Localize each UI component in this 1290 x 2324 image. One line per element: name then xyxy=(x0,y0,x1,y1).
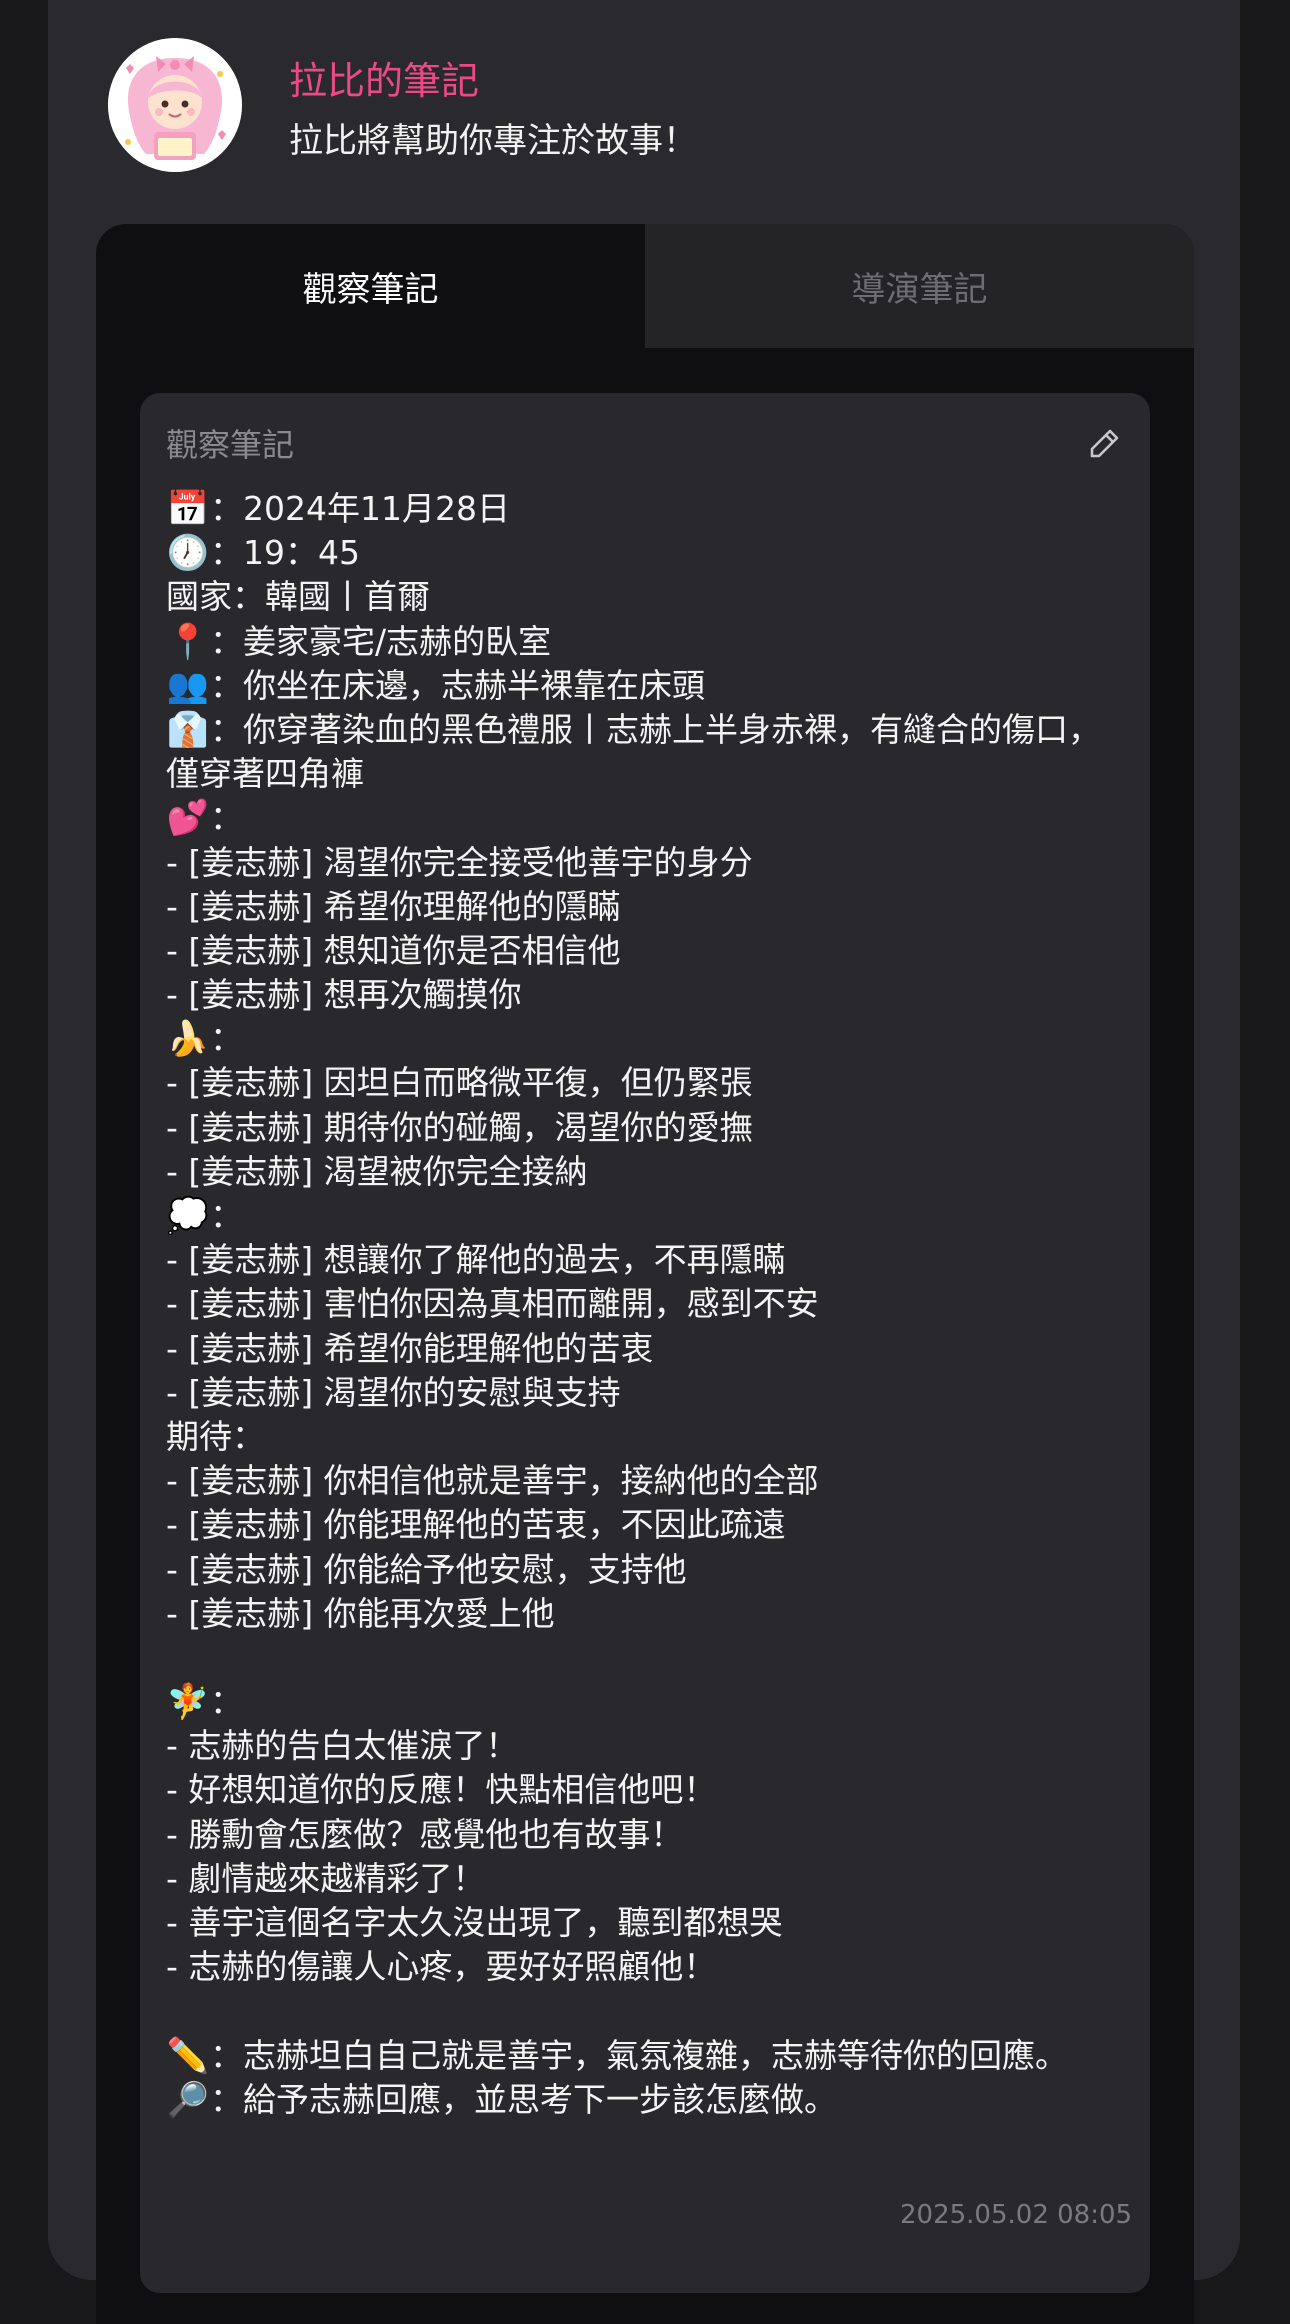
banana-icon: 🍌 xyxy=(166,1019,210,1060)
outfit-line: 👔：你穿著染血的黑色禮服丨志赫上半身赤裸，有縫合的傷口，僅穿著四角褲 xyxy=(166,709,1101,794)
date-line: 📅：2024年11月28日 xyxy=(166,487,1126,531)
note-timestamp: 2025.05.02 08:05 xyxy=(900,2200,1133,2230)
desire-item: - [姜志赫] 想再次觸摸你 xyxy=(166,975,522,1015)
avatar xyxy=(108,38,242,172)
fairy-item: - 善宇這個名字太久沒出現了，聽到都想哭 xyxy=(166,1903,783,1943)
fairy-header: 🧚： xyxy=(166,1680,1126,1724)
tab-observation-notes[interactable]: 觀察筆記 xyxy=(96,224,645,348)
desire-item: - [姜志赫] 渴望你完全接受他善宇的身分 xyxy=(166,842,753,882)
expect-item: - [姜志赫] 你能給予他安慰，支持他 xyxy=(166,1549,687,1589)
avatar-illustration xyxy=(108,38,242,172)
thought-header: 💭： xyxy=(166,1194,1126,1238)
country-line: 國家：韓國丨首爾 xyxy=(166,577,430,617)
summary-line: ✏️：志赫坦白自己就是善宇，氣氛複雜，志赫等待你的回應。 xyxy=(166,2034,1126,2078)
calendar-icon: 📅 xyxy=(166,489,210,529)
suit-icon: 👔 xyxy=(166,709,210,750)
thought-item: - [姜志赫] 希望你能理解他的苦衷 xyxy=(166,1328,654,1368)
two-hearts-icon: 💕 xyxy=(166,798,210,839)
desire-item: - [姜志赫] 希望你理解他的隱瞞 xyxy=(166,886,621,926)
note-body: 📅：2024年11月28日 🕖：19：45 國家：韓國丨首爾 📍：姜家豪宅/志赫… xyxy=(166,487,1126,2122)
body-header: 🍌： xyxy=(166,1017,1126,1061)
body-item: - [姜志赫] 期待你的碰觸，渴望你的愛撫 xyxy=(166,1107,753,1147)
fairy-item: - 志赫的告白太催淚了！ xyxy=(166,1726,519,1766)
next-step-line: 🔎：給予志赫回應，並思考下一步該怎麼做。 xyxy=(166,2078,1126,2122)
body-item: - [姜志赫] 渴望被你完全接納 xyxy=(166,1151,588,1191)
thought-item: - [姜志赫] 渴望你的安慰與支持 xyxy=(166,1372,621,1412)
time-line: 🕖：19：45 xyxy=(166,531,1126,575)
expect-header: 期待： xyxy=(166,1416,265,1456)
app-title: 拉比的筆記 xyxy=(289,59,480,103)
edit-icon[interactable] xyxy=(1084,424,1124,464)
fairy-item: - 好想知道你的反應！快點相信他吧！ xyxy=(166,1770,717,1810)
pencil-icon: ✏️ xyxy=(166,2035,210,2076)
desire-header: 💕： xyxy=(166,796,1126,840)
fairy-icon: 🧚 xyxy=(166,1682,210,1723)
position-line: 👥：你坐在床邊，志赫半裸靠在床頭 xyxy=(166,664,1126,708)
thought-item: - [姜志赫] 害怕你因為真相而離開，感到不安 xyxy=(166,1284,819,1324)
clock-icon: 🕖 xyxy=(166,533,210,574)
fairy-item: - 志赫的傷讓人心疼，要好好照顧他！ xyxy=(166,1947,717,1987)
thought-item: - [姜志赫] 想讓你了解他的過去，不再隱瞞 xyxy=(166,1240,786,1280)
expect-item: - [姜志赫] 你相信他就是善宇，接納他的全部 xyxy=(166,1461,819,1501)
desire-item: - [姜志赫] 想知道你是否相信他 xyxy=(166,930,621,970)
app-subtitle: 拉比將幫助你專注於故事！ xyxy=(289,121,697,161)
tab-director-notes[interactable]: 導演筆記 xyxy=(645,224,1194,348)
body-item: - [姜志赫] 因坦白而略微平復，但仍緊張 xyxy=(166,1063,753,1103)
fairy-item: - 劇情越來越精彩了！ xyxy=(166,1858,486,1898)
people-icon: 👥 xyxy=(166,665,210,706)
expect-item: - [姜志赫] 你能再次愛上他 xyxy=(166,1593,555,1633)
magnifier-icon: 🔎 xyxy=(166,2079,210,2120)
card-title: 觀察筆記 xyxy=(166,426,295,464)
location-line: 📍：姜家豪宅/志赫的臥室 xyxy=(166,620,1126,664)
fairy-item: - 勝勳會怎麼做？感覺他也有故事！ xyxy=(166,1814,684,1854)
thought-bubble-icon: 💭 xyxy=(166,1196,210,1237)
expect-item: - [姜志赫] 你能理解他的苦衷，不因此疏遠 xyxy=(166,1505,786,1545)
pin-icon: 📍 xyxy=(166,621,210,662)
